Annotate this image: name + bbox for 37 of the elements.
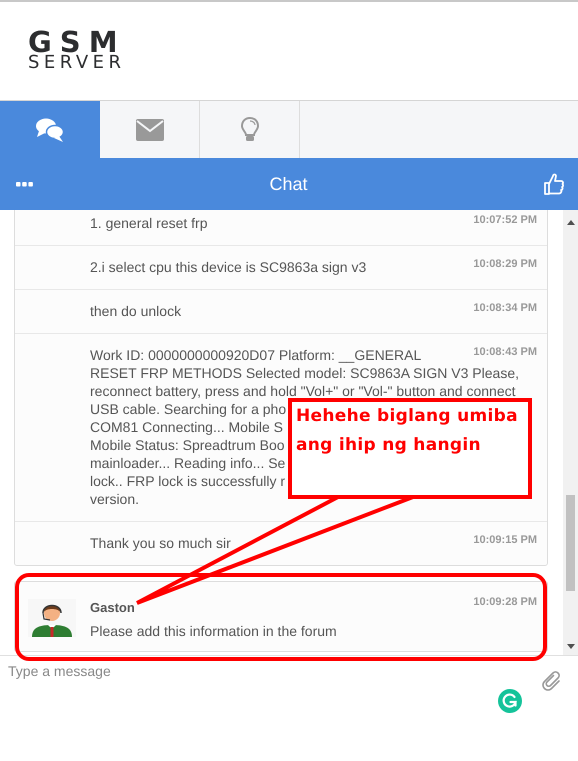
scroll-thumb[interactable] — [566, 495, 575, 591]
message-line: Mobile Status: Spreadtrum Boo — [90, 436, 285, 454]
message-time: 10:08:34 PM — [473, 301, 537, 316]
message-time: 10:07:52 PM — [473, 213, 537, 228]
scrollbar[interactable] — [563, 210, 578, 655]
scroll-up-icon[interactable] — [566, 220, 574, 225]
chat-bubbles-icon — [34, 116, 64, 142]
chat-title: Chat — [269, 174, 308, 194]
grammarly-icon[interactable] — [498, 689, 522, 713]
logo: GSM SERVER — [28, 30, 126, 71]
tab[interactable] — [0, 101, 100, 158]
thumbs-up-icon[interactable] — [544, 173, 564, 195]
message-line: lock.. FRP lock is successfully r — [90, 472, 286, 490]
message-line: Work ID: 0000000000920D07 Platform: __GENERAL — [90, 346, 422, 364]
message-text: Please add this information in the forum — [90, 622, 337, 640]
message-line: version. — [90, 490, 140, 508]
message-line: USB cable. Searching for a pho — [90, 400, 286, 418]
message-line: mainloader... Reading info... Se — [90, 454, 286, 472]
message-time: 10:08:43 PM — [473, 345, 537, 360]
message-time: 10:09:28 PM — [473, 596, 537, 608]
message-input[interactable]: Type a message — [8, 663, 528, 753]
lightbulb-icon — [240, 116, 258, 142]
envelope-icon — [136, 118, 164, 140]
message-text: Thank you so much sir — [90, 534, 231, 552]
scroll-down-icon[interactable] — [566, 644, 574, 649]
callout-text: Hehehe biglang umiba ang ihip ng hangin — [296, 405, 519, 457]
message-line: COM81 Connecting... Mobile S — [90, 418, 283, 436]
message-text: 1. general reset frp — [90, 214, 208, 232]
message-time: 10:09:15 PM — [473, 533, 537, 548]
message-text: 2.i select cpu this device is SC9863a sign v3 — [90, 258, 366, 276]
agent-name: Gaston — [90, 599, 136, 617]
message-text: then do unlock — [90, 302, 182, 320]
message-time: 10:08:29 PM — [473, 257, 537, 272]
paperclip-icon[interactable] — [542, 669, 562, 691]
message-line: RESET FRP METHODS Selected model: SC9863A SIGN V3 Please, — [90, 364, 519, 382]
message-line: reconnect battery, press and hold "Vol+" or "Vol-" button and connect — [90, 382, 516, 400]
more-icon[interactable] — [16, 182, 33, 186]
